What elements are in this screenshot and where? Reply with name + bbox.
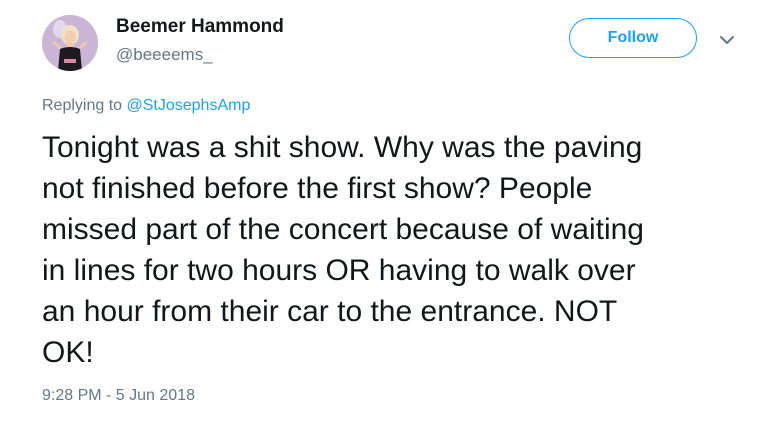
tweet-card: Beemer Hammond @beeeems_ Follow Replying… <box>0 0 783 422</box>
avatar-image <box>42 15 98 71</box>
chevron-down-icon[interactable] <box>719 33 735 45</box>
user-names: Beemer Hammond @beeeems_ <box>116 15 284 66</box>
tweet-header: Beemer Hammond @beeeems_ Follow <box>42 15 762 75</box>
user-handle[interactable]: @beeeems_ <box>116 44 284 66</box>
display-name[interactable]: Beemer Hammond <box>116 15 284 39</box>
reply-prefix: Replying to <box>42 97 127 114</box>
tweet-timestamp[interactable]: 9:28 PM - 5 Jun 2018 <box>42 386 195 406</box>
reply-mention-link[interactable]: @StJosephsAmp <box>127 97 251 114</box>
avatar[interactable] <box>42 15 98 71</box>
tweet-text: Tonight was a shit show. Why was the pav… <box>42 131 644 369</box>
reply-context: Replying to @StJosephsAmp <box>42 96 250 116</box>
follow-button[interactable]: Follow <box>569 18 697 58</box>
